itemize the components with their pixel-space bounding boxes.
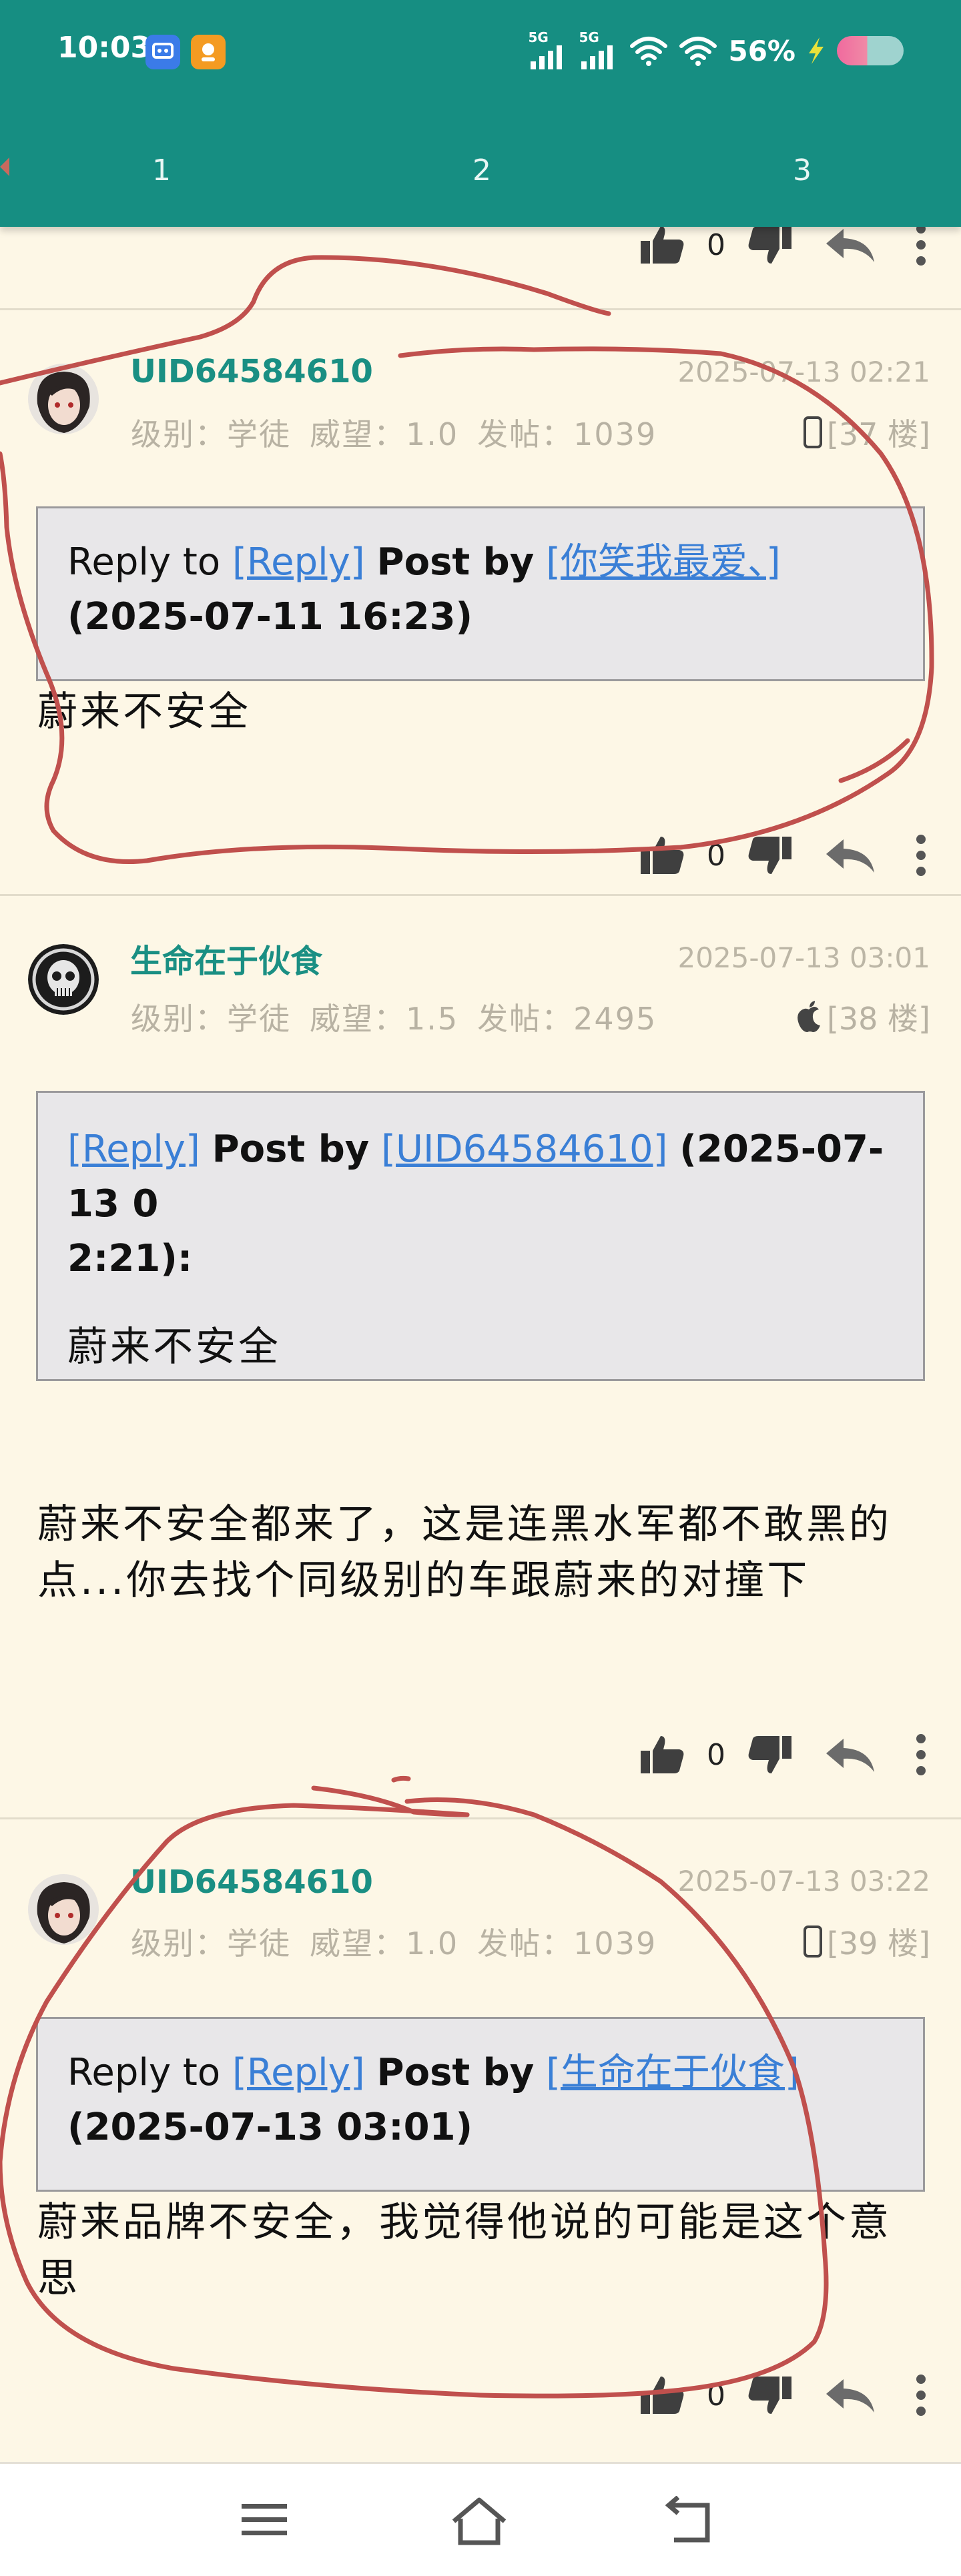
scroll-left-icon[interactable] (0, 157, 9, 176)
user-prestige: 威望：1.0 (310, 416, 459, 452)
more-icon[interactable] (914, 834, 928, 877)
charging-icon (809, 37, 824, 64)
quote-time: 2:21): (67, 1237, 193, 1280)
wifi-icon (630, 37, 668, 66)
like-count: 0 (707, 1737, 725, 1772)
post-body: 蔚来品牌不安全，我觉得他说的可能是这个意思 (37, 2199, 892, 2302)
quote-block: Reply to [Reply] Post by [生命在于伙食] (2025-… (36, 2017, 925, 2192)
wifi-icon (679, 37, 717, 66)
user-meta: 级别：学徒 威望：1.0 发帖：1039 (131, 1919, 675, 1964)
notification-app-icon (145, 35, 180, 69)
post-item: UID64584610 2025-07-13 02:21 级别：学徒 威望：1.0… (0, 310, 961, 894)
reply-icon[interactable] (824, 2377, 877, 2414)
signal-icon: 5G (528, 29, 568, 69)
menu-icon[interactable] (240, 2496, 288, 2545)
status-time: 10:03 (57, 31, 151, 65)
post-time: 2025-07-13 03:01 (677, 941, 930, 974)
post-username[interactable]: 生命在于伙食 (130, 935, 322, 981)
like-count: 0 (707, 2378, 725, 2413)
post-body: 蔚来不安全 (37, 689, 251, 735)
back-icon[interactable] (665, 2495, 718, 2549)
signal-icon: 5G (579, 29, 619, 69)
more-icon[interactable] (914, 1733, 928, 1776)
post-floor: [39 楼] (803, 1919, 930, 1964)
status-indicators: 5G 5G 56% (528, 29, 904, 71)
dislike-icon[interactable] (746, 834, 794, 877)
home-icon[interactable] (448, 2496, 510, 2549)
user-level: 级别：学徒 (131, 1925, 291, 1962)
user-meta: 级别：学徒 威望：1.0 发帖：1039 (131, 410, 675, 454)
reply-link[interactable]: [Reply] (232, 2051, 365, 2094)
user-post-count: 发帖：2495 (477, 1001, 657, 1037)
quote-time: (2025-07-13 03:01) (67, 2106, 473, 2149)
dislike-icon[interactable] (746, 2374, 794, 2417)
phone-icon (803, 416, 822, 448)
reply-icon[interactable] (824, 1736, 877, 1773)
system-nav-bar (0, 2462, 961, 2576)
post-time: 2025-07-13 02:21 (677, 356, 930, 388)
quote-time: (2025-07-11 16:23) (67, 595, 473, 638)
post-username[interactable]: UID64584610 (130, 1863, 373, 1901)
apple-icon (797, 1001, 820, 1032)
quoted-user-link[interactable]: [你笑我最爱、] (546, 540, 781, 584)
like-icon[interactable] (638, 1733, 686, 1776)
quoted-user-link[interactable]: [生命在于伙食] (546, 2051, 799, 2094)
quoted-user-link[interactable]: [UID64584610] (381, 1128, 667, 1171)
tab-page-3[interactable]: 3 (793, 153, 812, 187)
quoted-text: 蔚来不安全 (67, 1324, 281, 1370)
like-icon[interactable] (638, 2374, 686, 2417)
user-meta: 级别：学徒 威望：1.5 发帖：2495 (131, 995, 675, 1039)
reply-icon[interactable] (824, 837, 877, 874)
tab-page-2[interactable]: 2 (472, 153, 491, 187)
like-count: 0 (707, 838, 725, 873)
post-actions: 0 (638, 2365, 928, 2425)
phone-icon (803, 1925, 822, 1958)
reply-icon[interactable] (824, 226, 877, 264)
user-avatar[interactable] (28, 944, 99, 1015)
like-icon[interactable] (638, 834, 686, 877)
user-post-count: 发帖：1039 (477, 416, 657, 452)
post-item: 生命在于伙食 2025-07-13 03:01 级别：学徒 威望：1.5 发帖：24… (0, 896, 961, 1817)
user-post-count: 发帖：1039 (477, 1925, 657, 1962)
more-icon[interactable] (914, 2374, 928, 2417)
post-body: 蔚来不安全都来了，这是连黑水军都不敢黑的点...你去找个同级别的车跟蔚来的对撞下 (37, 1501, 892, 1604)
app-header: 10:03 5G 5G 56% 1 2 3 (0, 0, 961, 227)
taobao-app-icon (191, 35, 226, 69)
post-username[interactable]: UID64584610 (130, 353, 373, 390)
post-actions: 0 (638, 1725, 928, 1785)
tab-page-1[interactable]: 1 (152, 153, 171, 187)
like-count: 0 (707, 228, 725, 262)
user-avatar[interactable] (28, 1874, 99, 1945)
dislike-icon[interactable] (746, 224, 794, 266)
page-tabs: 1 2 3 (0, 133, 961, 207)
user-level: 级别：学徒 (131, 1001, 291, 1037)
user-avatar[interactable] (28, 364, 99, 434)
user-level: 级别：学徒 (131, 416, 291, 452)
like-icon[interactable] (638, 224, 686, 266)
post-item: UID64584610 2025-07-13 03:22 级别：学徒 威望：1.0… (0, 1819, 961, 2462)
quote-block: Reply to [Reply] Post by [你笑我最爱、] (2025-… (36, 506, 925, 681)
quote-block: [Reply] Post by [UID64584610] (2025-07-1… (36, 1091, 925, 1381)
post-floor: [38 楼] (795, 995, 930, 1039)
post-time: 2025-07-13 03:22 (677, 1865, 930, 1897)
dislike-icon[interactable] (746, 1733, 794, 1776)
user-prestige: 威望：1.0 (310, 1925, 459, 1962)
battery-percent: 56% (728, 34, 795, 67)
more-icon[interactable] (914, 224, 928, 266)
post-floor: [37 楼] (803, 410, 930, 454)
user-prestige: 威望：1.5 (310, 1001, 459, 1037)
reply-link[interactable]: [Reply] (67, 1128, 200, 1171)
battery-icon (837, 36, 904, 65)
reply-link[interactable]: [Reply] (232, 540, 365, 584)
post-actions: 0 (638, 825, 928, 885)
